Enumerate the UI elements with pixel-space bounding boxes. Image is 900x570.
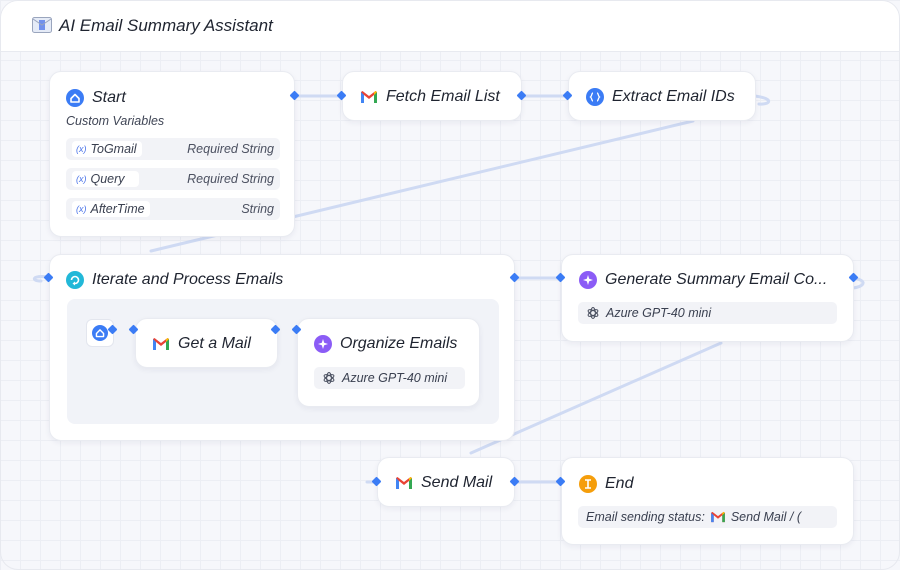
send-mail-node[interactable]: Send Mail xyxy=(377,457,515,507)
variable-type: Required String xyxy=(187,142,274,156)
envelope-icon xyxy=(32,17,52,33)
app-title: AI Email Summary Assistant xyxy=(59,16,273,35)
variable-row[interactable]: (x) AfterTime String xyxy=(66,198,280,220)
loop-start-node[interactable] xyxy=(86,319,114,347)
iterate-title: Iterate and Process Emails xyxy=(92,271,284,288)
generate-summary-email-node[interactable]: Generate Summary Email Co... Azure GPT-4… xyxy=(561,254,854,342)
variable-icon: (x) xyxy=(76,144,87,154)
variable-name: AfterTime xyxy=(90,202,145,216)
workflow-canvas[interactable]: AI Email Summary Assistant Start Custom … xyxy=(0,0,900,570)
wire-extract-loopback xyxy=(753,94,771,106)
status-reference: Send Mail / ( xyxy=(730,510,801,524)
gmail-icon xyxy=(710,511,725,523)
end-node[interactable]: End Email sending status: Send Mail / ( xyxy=(561,457,854,545)
start-node[interactable]: Start Custom Variables (x) ToGmail Requi… xyxy=(49,71,295,237)
extract-email-ids-node[interactable]: Extract Email IDs xyxy=(568,71,756,121)
openai-icon xyxy=(323,372,335,384)
variable-type: String xyxy=(241,202,274,216)
gmail-icon xyxy=(153,338,169,350)
send-title: Send Mail xyxy=(421,474,493,491)
header: AI Email Summary Assistant xyxy=(1,1,899,52)
organize-title: Organize Emails xyxy=(340,335,458,352)
variable-name: Query xyxy=(90,172,125,186)
sparkle-icon xyxy=(579,271,597,289)
loop-icon xyxy=(66,271,84,289)
code-braces-icon xyxy=(586,88,604,106)
home-icon xyxy=(66,89,84,107)
status-label: Email sending status: xyxy=(586,510,705,524)
model-name: Azure GPT-40 mini xyxy=(342,371,448,385)
variable-icon: (x) xyxy=(76,204,87,214)
variable-name: ToGmail xyxy=(90,142,137,156)
sparkle-icon xyxy=(314,335,332,353)
model-selector[interactable]: Azure GPT-40 mini xyxy=(578,302,837,324)
gmail-icon xyxy=(361,91,377,103)
model-selector[interactable]: Azure GPT-40 mini xyxy=(314,367,465,389)
end-title: End xyxy=(605,475,634,492)
fetch-email-list-node[interactable]: Fetch Email List xyxy=(342,71,522,121)
organize-emails-node[interactable]: Organize Emails Azure GPT-40 mini xyxy=(297,318,480,407)
get-a-mail-node[interactable]: Get a Mail xyxy=(135,318,278,368)
end-icon xyxy=(579,475,597,493)
fetch-title: Fetch Email List xyxy=(386,88,500,105)
output-variable-row[interactable]: Email sending status: Send Mail / ( xyxy=(578,506,837,528)
start-title: Start xyxy=(92,89,126,106)
openai-icon xyxy=(587,307,599,319)
model-name: Azure GPT-40 mini xyxy=(606,306,712,320)
generate-title: Generate Summary Email Co... xyxy=(605,271,828,288)
variable-icon: (x) xyxy=(76,174,87,184)
home-icon xyxy=(92,325,108,341)
gmail-icon xyxy=(396,477,412,489)
variable-row[interactable]: (x) ToGmail Required String xyxy=(66,138,280,160)
custom-variables-label: Custom Variables xyxy=(66,114,165,128)
get-mail-title: Get a Mail xyxy=(178,335,251,352)
variable-type: Required String xyxy=(187,172,274,186)
iterate-process-emails-node[interactable]: Iterate and Process Emails Get a Mail Or… xyxy=(49,254,515,441)
variable-row[interactable]: (x) Query Required String xyxy=(66,168,280,190)
extract-title: Extract Email IDs xyxy=(612,88,735,105)
